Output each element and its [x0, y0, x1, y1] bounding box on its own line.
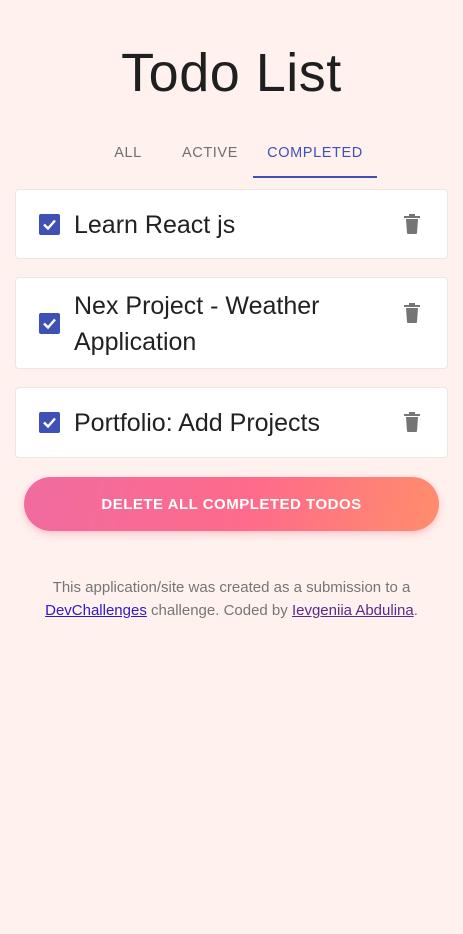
- tab-indicator: [253, 176, 377, 178]
- checkbox-checked-icon[interactable]: [39, 214, 60, 235]
- filter-tabs: All Active Completed: [0, 130, 463, 178]
- footer-text: This application/site was created as a s…: [52, 579, 411, 596]
- devchallenges-link[interactable]: DevChallenges: [45, 602, 147, 619]
- checkbox-checked-icon[interactable]: [39, 412, 60, 433]
- trash-icon[interactable]: [402, 411, 422, 433]
- trash-icon[interactable]: [402, 213, 422, 235]
- tab-active[interactable]: Active: [176, 130, 244, 178]
- todo-text: Learn React js: [74, 211, 236, 239]
- tab-all[interactable]: All: [100, 130, 156, 178]
- delete-all-completed-button[interactable]: DELETE ALL COMPLETED TODOS: [24, 477, 439, 531]
- todo-item: Learn React js: [15, 189, 448, 259]
- tab-completed[interactable]: Completed: [253, 130, 377, 178]
- todo-text: Portfolio: Add Projects: [74, 409, 320, 437]
- todo-text: Nex Project - Weather Application: [74, 292, 320, 356]
- footer-text: challenge. Coded by: [146, 602, 292, 619]
- footer-text: .: [413, 602, 418, 619]
- author-link[interactable]: Ievgeniia Abdulina: [292, 602, 414, 619]
- todo-item: Nex Project - Weather Application: [15, 277, 448, 369]
- checkbox-checked-icon[interactable]: [39, 313, 60, 334]
- trash-icon[interactable]: [402, 302, 422, 324]
- page-title: Todo List: [121, 43, 342, 103]
- todo-item: Portfolio: Add Projects: [15, 387, 448, 458]
- footer-credits: This application/site was created as a s…: [20, 576, 443, 622]
